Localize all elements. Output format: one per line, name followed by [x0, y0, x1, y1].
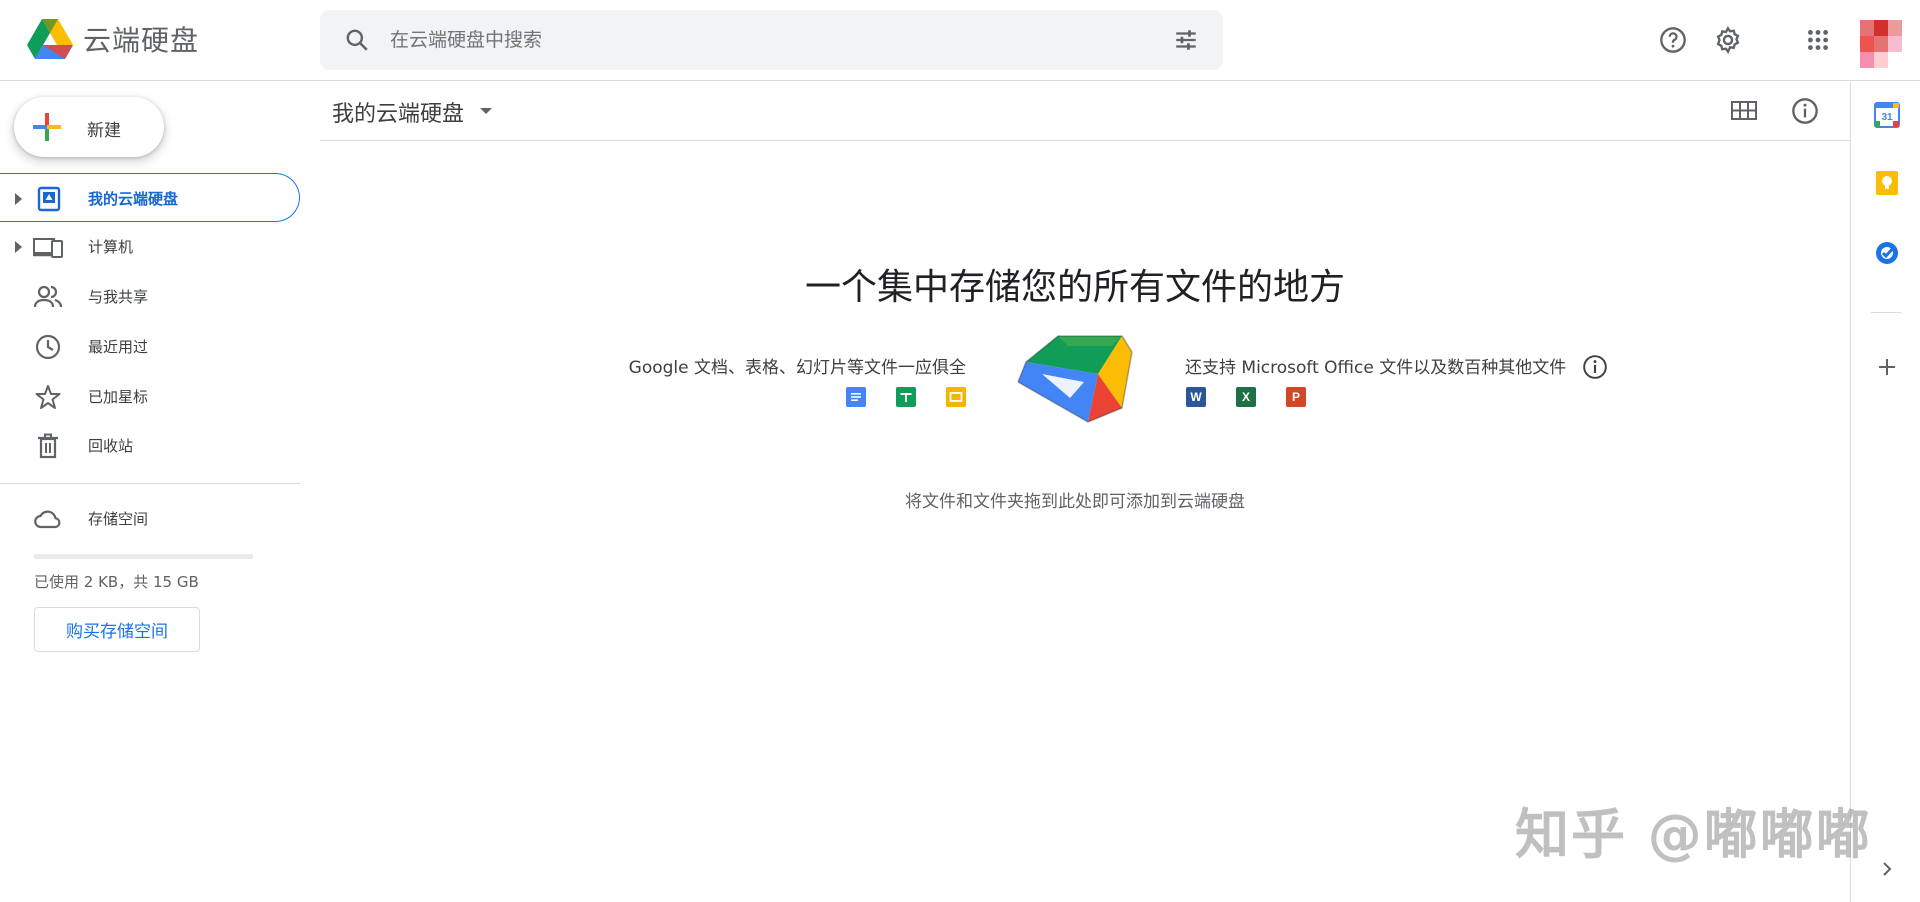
- sidebar-item-storage[interactable]: 存储空间: [0, 494, 300, 543]
- grid-view-icon[interactable]: [1730, 98, 1758, 124]
- expand-arrow-icon[interactable]: [15, 193, 22, 205]
- sidebar-item-shared[interactable]: 与我共享: [0, 272, 300, 321]
- trash-icon: [38, 433, 58, 459]
- calendar-day: 31: [1881, 112, 1893, 123]
- new-button[interactable]: 新建: [14, 97, 164, 157]
- drive-illustration-icon: [1017, 335, 1133, 423]
- sidebar-item-label: 我的云端硬盘: [88, 190, 179, 208]
- info-icon[interactable]: [1791, 97, 1819, 125]
- empty-state-headline: 一个集中存储您的所有文件的地方: [804, 267, 1345, 308]
- new-button-label: 新建: [87, 121, 121, 141]
- docs-icon: [846, 387, 866, 407]
- hide-panel-icon[interactable]: [1874, 856, 1900, 882]
- google-docs-support-text: Google 文档、表格、幻灯片等文件一应俱全: [628, 358, 966, 378]
- info-icon[interactable]: [1582, 354, 1608, 380]
- slides-icon: [946, 387, 966, 407]
- settings-icon[interactable]: [1710, 22, 1746, 58]
- sidebar-item-label: 已加星标: [88, 388, 149, 406]
- account-avatar[interactable]: [1860, 20, 1904, 68]
- sidebar-item-label: 计算机: [88, 238, 134, 256]
- storage-usage-text: 已使用 2 KB，共 15 GB: [34, 573, 199, 591]
- sidebar-item-recent[interactable]: 最近用过: [0, 322, 300, 371]
- main-header: 我的云端硬盘: [320, 82, 1850, 141]
- clock-icon: [35, 334, 61, 360]
- powerpoint-icon: P: [1286, 387, 1306, 407]
- search-icon[interactable]: [344, 27, 370, 53]
- add-addon-icon[interactable]: [1874, 354, 1900, 380]
- shared-with-me-icon: [33, 285, 63, 308]
- top-bar: 云端硬盘: [0, 0, 1920, 81]
- apps-grid-icon[interactable]: [1800, 22, 1836, 58]
- app-title: 云端硬盘: [83, 24, 200, 57]
- sidebar-divider: [0, 483, 300, 484]
- watermark: 知乎 @嘟嘟嘟: [1515, 803, 1872, 866]
- cloud-icon: [34, 510, 61, 529]
- sidebar-item-label: 与我共享: [88, 288, 149, 306]
- google-drive-logo-icon: [27, 19, 73, 59]
- sidebar-item-starred[interactable]: 已加星标: [0, 372, 300, 421]
- sheets-icon: [896, 387, 916, 407]
- keep-icon[interactable]: [1874, 170, 1900, 196]
- buy-storage-button[interactable]: 购买存储空间: [34, 607, 200, 652]
- my-drive-icon: [37, 186, 61, 212]
- title-dropdown-icon[interactable]: [480, 108, 492, 114]
- sidebar-item-label: 回收站: [88, 437, 134, 455]
- side-panel: 31: [1850, 82, 1920, 902]
- tasks-icon[interactable]: [1874, 240, 1900, 266]
- page-title[interactable]: 我的云端硬盘: [332, 96, 464, 128]
- computers-icon: [33, 238, 63, 258]
- star-icon: [35, 385, 61, 409]
- excel-icon: X: [1236, 387, 1256, 407]
- word-icon: W: [1186, 387, 1206, 407]
- office-support-label: 还支持 Microsoft Office 文件以及数百种其他文件: [1185, 358, 1567, 378]
- calendar-icon[interactable]: 31: [1874, 102, 1900, 128]
- sidebar-item-my-drive[interactable]: 我的云端硬盘: [0, 173, 300, 222]
- search-options-icon[interactable]: [1173, 27, 1199, 53]
- storage-label: 存储空间: [88, 510, 149, 528]
- drop-zone-hint: 将文件和文件夹拖到此处即可添加到云端硬盘: [905, 492, 1245, 512]
- sidebar-item-label: 最近用过: [88, 338, 149, 356]
- search-bar[interactable]: [320, 10, 1223, 70]
- side-panel-divider: [1871, 312, 1901, 313]
- storage-usage-bar: [34, 554, 253, 559]
- app-logo[interactable]: 云端硬盘: [26, 17, 199, 61]
- office-support-text: 还支持 Microsoft Office 文件以及数百种其他文件: [1185, 353, 1608, 380]
- search-input[interactable]: [390, 10, 1150, 70]
- sidebar-item-computers[interactable]: 计算机: [0, 222, 300, 271]
- sidebar-item-trash[interactable]: 回收站: [0, 421, 300, 470]
- help-icon[interactable]: [1655, 22, 1691, 58]
- plus-icon: [33, 113, 61, 141]
- expand-arrow-icon[interactable]: [15, 241, 22, 253]
